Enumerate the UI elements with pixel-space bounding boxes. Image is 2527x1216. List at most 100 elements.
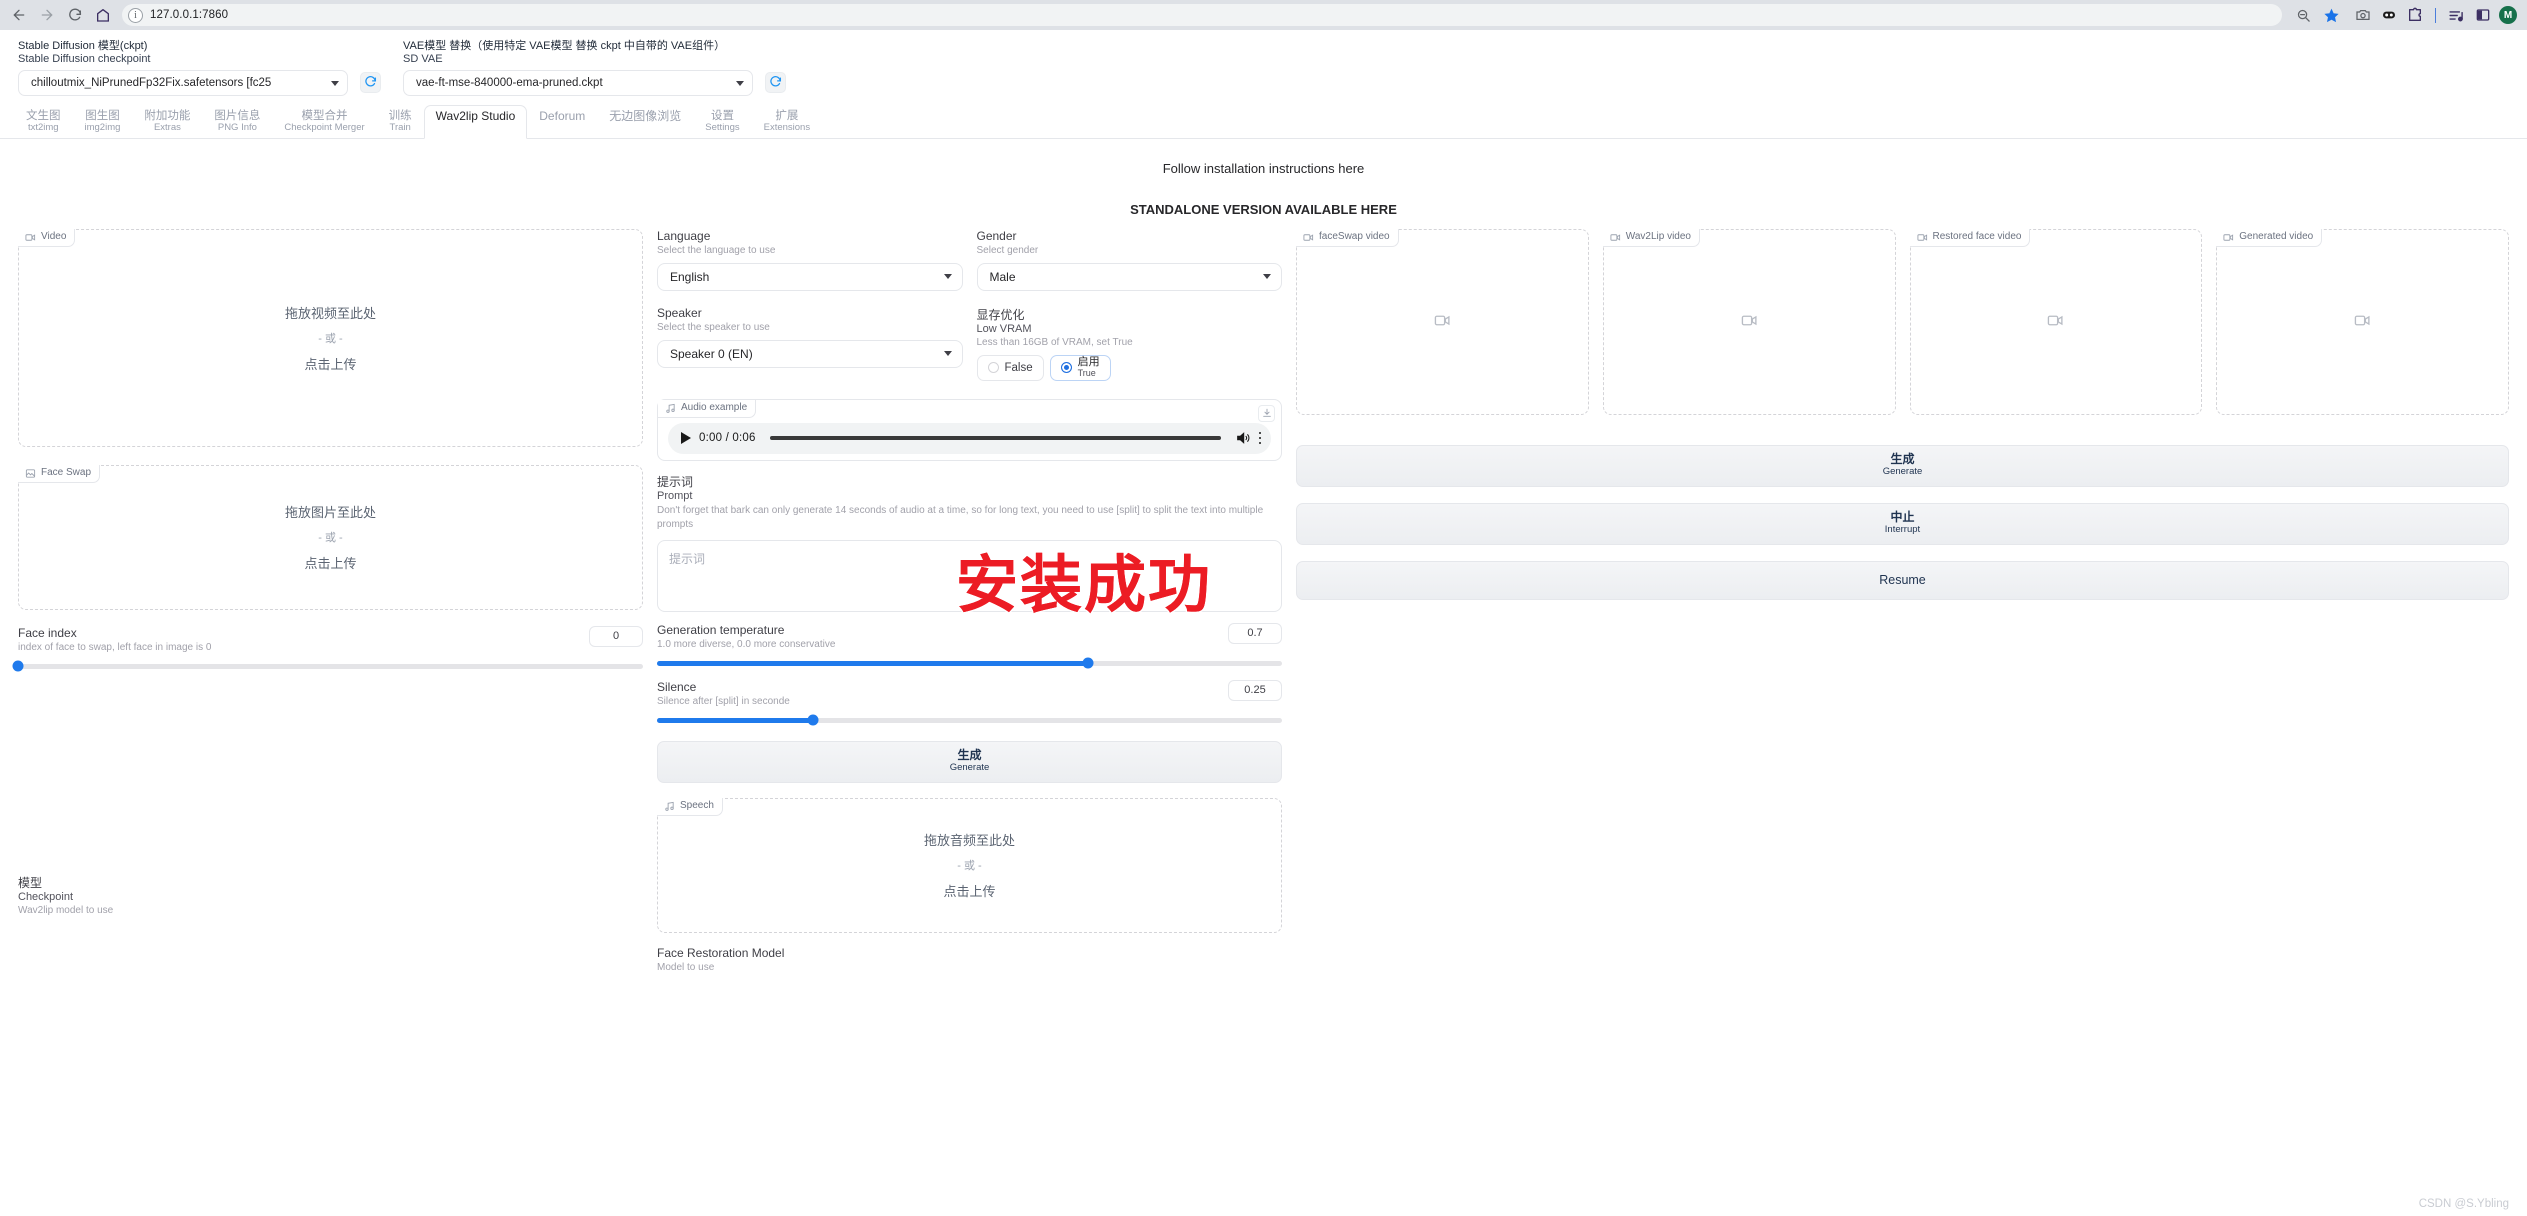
csdn-watermark: CSDN @S.Ybling <box>2418 1198 2509 1210</box>
video-camera-icon <box>1610 233 1620 241</box>
gender-desc: Select gender <box>976 244 1039 256</box>
audio-example-label: Audio example <box>658 399 757 418</box>
address-bar[interactable]: i 127.0.0.1:7860 <box>122 4 2282 26</box>
face-index-value[interactable]: 0 <box>589 625 643 647</box>
forward-icon[interactable] <box>34 3 60 27</box>
face-index-label: Face index <box>18 625 77 640</box>
checkpoint-field: Stable Diffusion 模型(ckpt) Stable Diffusi… <box>18 40 348 96</box>
face-index-desc: index of face to swap, left face in imag… <box>18 641 212 653</box>
tab-checkpoint-merger[interactable]: 模型合并 Checkpoint Merger <box>272 105 376 139</box>
audio-progress-bar[interactable] <box>769 436 1221 440</box>
avatar[interactable]: M <box>2499 6 2517 24</box>
silence-value[interactable]: 0.25 <box>1228 679 1282 701</box>
audio-player[interactable]: 0:00 / 0:06 <box>668 422 1271 454</box>
audio-drop-or: - 或 - <box>957 860 982 873</box>
tab-Wav2lip Studio[interactable]: Wav2lip Studio <box>423 105 528 139</box>
zoom-out-icon[interactable] <box>2290 3 2316 27</box>
silence-slider[interactable] <box>657 714 1282 726</box>
speaker-select[interactable]: Speaker 0 (EN) <box>657 339 963 368</box>
video-upload-link[interactable]: 点击上传 <box>304 354 356 373</box>
screenshot-camera-icon[interactable] <box>2354 7 2371 24</box>
generation-temperature-row: Generation temperature 1.0 more diverse,… <box>657 622 1282 669</box>
refresh-checkpoint-button[interactable] <box>360 72 381 93</box>
silence-slider-knob[interactable] <box>807 714 819 726</box>
web-page: Stable Diffusion 模型(ckpt) Stable Diffusi… <box>0 30 2527 1216</box>
vae-label: VAE模型 替换（使用特定 VAE模型 替换 ckpt 中自带的 VAE组件） … <box>403 40 753 66</box>
video-output-placeholder[interactable] <box>1602 228 1896 415</box>
tab-无边图像浏览[interactable]: 无边图像浏览 <box>597 105 693 139</box>
sidebar-panel-icon[interactable] <box>2474 7 2491 24</box>
prompt-desc: Don't forget that bark can only generate… <box>657 504 1264 531</box>
speaker-field: Speaker Select the speaker to use Speake… <box>657 306 963 381</box>
vae-select[interactable]: vae-ft-mse-840000-ema-pruned.ckpt <box>403 70 753 96</box>
main-tabs: 文生图 txt2img 图生图 img2img 附加功能 Extras 图片信息 PNG In… <box>0 104 2527 139</box>
tab-txt2img[interactable]: 文生图 txt2img <box>14 105 73 139</box>
home-icon[interactable] <box>90 3 116 27</box>
site-info-icon[interactable]: i <box>128 7 143 23</box>
tab-Deforum[interactable]: Deforum <box>527 105 597 139</box>
video-output-label: faceSwap video <box>1296 228 1399 247</box>
tab-extras[interactable]: 附加功能 Extras <box>132 105 202 139</box>
tab-extensions[interactable]: 扩展 Extensions <box>752 105 822 139</box>
image-upload-link[interactable]: 点击上传 <box>304 553 356 572</box>
video-output-3: Restored face video <box>1909 228 2203 415</box>
faceswap-dropzone[interactable]: 拖放图片至此处 - 或 - 点击上传 <box>18 464 643 610</box>
tab-label-zh: 设置 <box>710 110 734 122</box>
video-output-placeholder[interactable] <box>1296 228 1589 415</box>
video-output-label: Generated video <box>2216 228 2323 247</box>
silence-desc: Silence after [split] in seconde <box>657 695 790 707</box>
dark-reader-icon[interactable] <box>2380 7 2397 24</box>
low-vram-option-true[interactable]: 启用 True <box>1049 354 1111 381</box>
bookmark-star-icon[interactable] <box>2318 3 2344 27</box>
play-icon[interactable] <box>681 432 691 445</box>
low-vram-true-label-en: True <box>1077 367 1096 378</box>
video-output-label: Restored face video <box>1909 228 2031 247</box>
generation-temperature-slider[interactable] <box>657 657 1282 669</box>
right-column: faceSwap video Wav2Lip video Restored face… <box>1296 228 2509 600</box>
install-banner: Follow installation instructions here ST… <box>0 139 2527 217</box>
tab-train[interactable]: 训练 Train <box>377 105 424 139</box>
reload-icon[interactable] <box>62 3 88 27</box>
video-output-placeholder[interactable] <box>2216 228 2509 415</box>
tab-label-zh: 图片信息 <box>214 110 261 122</box>
generation-temperature-value[interactable]: 0.7 <box>1228 622 1282 644</box>
low-vram-field: 显存优化 Low VRAM Less than 16GB of VRAM, se… <box>976 306 1283 381</box>
volume-icon[interactable] <box>1235 430 1251 446</box>
gender-select[interactable]: Male <box>976 262 1282 291</box>
image-drop-or: - 或 - <box>318 532 343 545</box>
generation-temperature-slider-knob[interactable] <box>1082 657 1094 669</box>
media-playlist-icon[interactable] <box>2448 7 2465 24</box>
video-block-label-text: Video <box>41 231 67 243</box>
tab-label-en: Extras <box>153 122 181 134</box>
download-icon[interactable] <box>1258 404 1275 422</box>
back-icon[interactable] <box>6 3 32 27</box>
faceswap-block-label: Face Swap <box>18 464 101 483</box>
audio-upload-link[interactable]: 点击上传 <box>943 881 995 900</box>
face-index-header: Face index index of face to swap, left f… <box>18 625 643 653</box>
speech-dropzone[interactable]: 拖放音频至此处 - 或 - 点击上传 <box>657 797 1282 933</box>
tab-img2img[interactable]: 图生图 img2img <box>73 105 133 139</box>
tts-generate-button[interactable]: 生成 Generate <box>657 740 1282 783</box>
action-button-resume[interactable]: Resume <box>1296 560 2509 600</box>
faceswap-block-label-text: Face Swap <box>41 467 92 479</box>
action-buttons: 生成 Generate 中止 Interrupt Resume <box>1296 444 2509 600</box>
puzzle-extension-icon[interactable] <box>2406 7 2423 24</box>
face-index-slider-knob[interactable] <box>12 660 24 672</box>
video-output-placeholder[interactable] <box>1909 228 2203 415</box>
checkpoint-select[interactable]: chilloutmix_NiPrunedFp32Fix.safetensors … <box>18 70 348 96</box>
sd-topbar: Stable Diffusion 模型(ckpt) Stable Diffusi… <box>0 30 2527 96</box>
refresh-vae-button[interactable] <box>765 72 786 93</box>
language-select[interactable]: English <box>657 262 963 291</box>
speech-block-label-text: Speech <box>680 800 714 812</box>
tab-png-info[interactable]: 图片信息 PNG Info <box>202 105 272 139</box>
generation-temperature-header: Generation temperature 1.0 more diverse,… <box>657 622 1282 650</box>
face-index-slider[interactable] <box>12 660 643 672</box>
action-button-interrupt[interactable]: 中止 Interrupt <box>1296 502 2509 545</box>
audio-more-options-icon[interactable] <box>1258 431 1261 445</box>
tab-settings[interactable]: 设置 Settings <box>693 105 751 139</box>
action-button-generate[interactable]: 生成 Generate <box>1296 444 2509 487</box>
video-dropzone[interactable]: 拖放视频至此处 - 或 - 点击上传 <box>18 228 643 447</box>
low-vram-option-false[interactable]: False <box>976 354 1044 381</box>
action-button-label-zh: 中止 <box>1890 509 1915 524</box>
tab-label-zh: Wav2lip Studio <box>435 109 516 123</box>
